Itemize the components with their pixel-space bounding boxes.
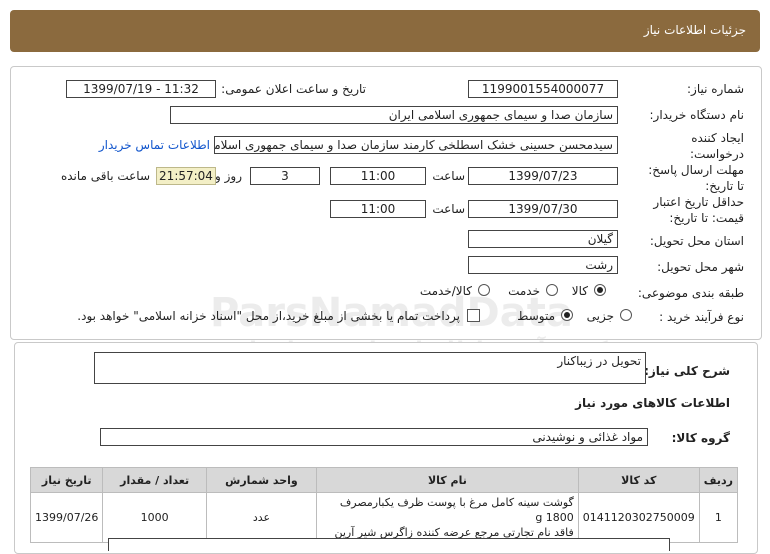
validity-time-label: ساعت: [432, 202, 465, 216]
table-header-row: ردیف کد کالا نام کالا واحد شمارش تعداد /…: [29, 467, 739, 493]
items-table: ردیف کد کالا نام کالا واحد شمارش تعداد /…: [29, 467, 739, 543]
goods-info-title: اطلاعات کالاهای مورد نیاز: [575, 396, 730, 410]
summary-label: شرح کلی نیاز:: [644, 364, 730, 378]
page-title: جزئیات اطلاعات نیاز: [643, 23, 746, 37]
buyer-org-label: نام دستگاه خریدار:: [649, 108, 745, 122]
cell-unit: عدد: [205, 492, 317, 543]
days-remaining-field: 3: [250, 167, 320, 185]
deadline-time-field: 11:00: [330, 167, 426, 185]
process-label: نوع فرآیند خرید :: [659, 310, 744, 324]
th-qty: تعداد / مقدار: [102, 467, 207, 493]
validity-time-field: 11:00: [330, 200, 426, 218]
cell-code: 0141120302750009: [577, 492, 700, 543]
creator-field: سیدمحسن حسینی خشک اسطلخی کارمند سازمان ص…: [214, 136, 618, 154]
cell-name: گوشت سینه کامل مرغ با پوست ظرف یکبارمصرف…: [315, 492, 579, 543]
category-radio-service[interactable]: [546, 284, 558, 296]
announce-field: 1399/07/19 - 11:32: [66, 80, 216, 98]
cell-date: 1399/07/26: [29, 492, 104, 543]
deadline-time-label: ساعت: [432, 169, 465, 183]
th-code: کد کالا: [577, 467, 700, 493]
th-name: نام کالا: [315, 467, 579, 493]
cell-row: 1: [698, 492, 739, 543]
th-date: تاریخ نیاز: [29, 467, 104, 493]
category-option-goods-service: کالا/خدمت: [419, 284, 472, 298]
cell-name-line1: گوشت سینه کامل مرغ با پوست ظرف یکبارمصرف…: [339, 496, 574, 524]
category-option-service: خدمت: [508, 284, 540, 298]
remaining-time-field: 21:57:04: [156, 167, 216, 185]
table-row: 1 0141120302750009 گوشت سینه کامل مرغ با…: [29, 492, 739, 543]
category-label: طبقه بندی موضوعی:: [637, 286, 744, 300]
creator-label-line1: ایجاد کننده: [691, 131, 744, 145]
buyer-contact-link[interactable]: اطلاعات تماس خریدار: [99, 138, 210, 152]
th-unit: واحد شمارش: [205, 467, 317, 493]
validity-label-line1: حداقل تاریخ اعتبار: [653, 195, 744, 209]
category-option-goods: کالا: [571, 284, 588, 298]
remaining-label: ساعت باقی مانده: [60, 169, 150, 183]
city-field: رشت: [468, 256, 618, 274]
province-field: گیلان: [468, 230, 618, 248]
treasury-checkbox[interactable]: [467, 309, 480, 322]
process-option-minor: جزیی: [586, 309, 614, 323]
category-radio-goods[interactable]: [594, 284, 606, 296]
province-label: استان محل تحویل:: [649, 234, 744, 248]
deadline-label-line1: مهلت ارسال پاسخ:: [648, 163, 744, 177]
group-label: گروه کالا:: [671, 431, 730, 445]
creator-label-line2: درخواست:: [690, 147, 744, 161]
need-number-field: 1199001554000077: [468, 80, 618, 98]
deadline-date-field: 1399/07/23: [468, 167, 618, 185]
buyer-org-field: سازمان صدا و سیمای جمهوری اسلامی ایران: [170, 106, 618, 124]
process-option-medium: متوسط: [517, 309, 555, 323]
days-label: روز و: [215, 169, 242, 183]
cell-qty: 1000: [102, 492, 207, 543]
summary-field: تحویل در زیباکنار: [94, 352, 646, 384]
announce-label: تاریخ و ساعت اعلان عمومی:: [221, 82, 366, 96]
validity-date-field: 1399/07/30: [468, 200, 618, 218]
category-radio-goods-service[interactable]: [478, 284, 490, 296]
page-header: جزئیات اطلاعات نیاز: [10, 10, 760, 52]
treasury-note: پرداخت تمام یا بخشی از مبلغ خرید،از محل …: [77, 309, 460, 323]
validity-label-line2: قیمت: تا تاریخ:: [669, 211, 744, 225]
process-radio-medium[interactable]: [561, 309, 573, 321]
process-radio-minor[interactable]: [620, 309, 632, 321]
deadline-label-line2: تا تاریخ:: [705, 179, 744, 193]
th-row: ردیف: [698, 467, 739, 493]
city-label: شهر محل تحویل:: [657, 260, 744, 274]
group-field: مواد غذائی و نوشیدنی: [100, 428, 648, 446]
need-number-label: شماره نیاز:: [687, 82, 744, 96]
